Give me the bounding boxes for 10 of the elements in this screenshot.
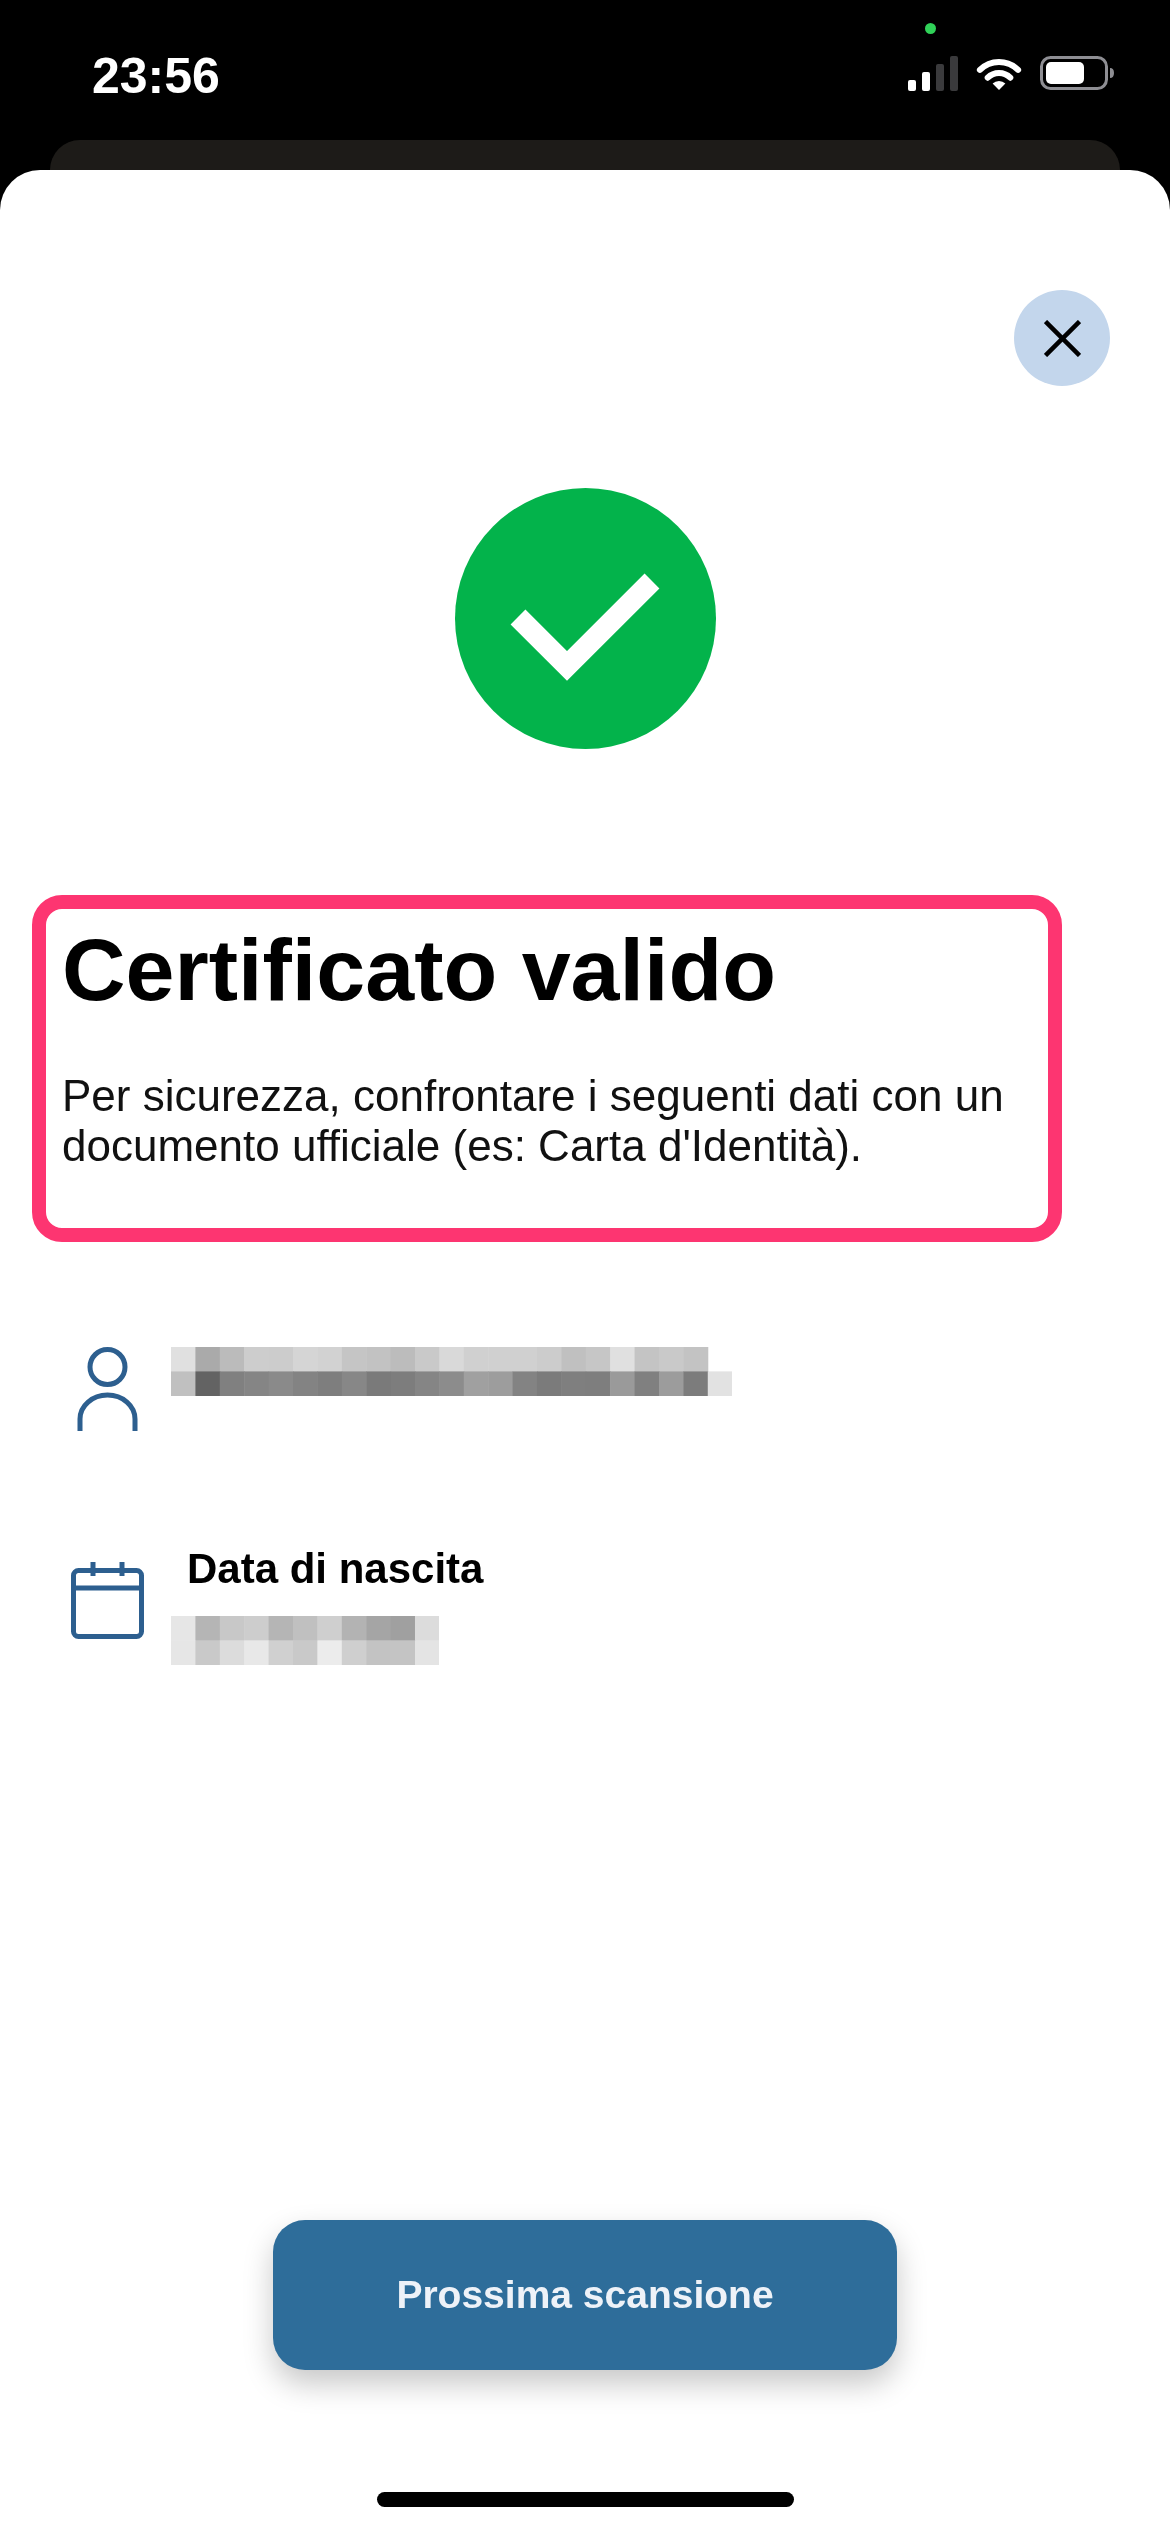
close-icon [1043,319,1081,357]
status-time: 23:56 [92,47,220,106]
result-title: Certificato valido [62,921,777,1018]
next-scan-button[interactable]: Prossima scansione [273,2220,897,2370]
signal-icon [908,56,958,91]
status-dot-icon [924,23,936,34]
battery-icon [1040,56,1114,90]
result-message: Per sicurezza, confrontare i seguenti dati con un documento ufficiale (es: Carta d'Identità). [62,1071,1005,1171]
field-label: Data di nascita [186,1544,484,1594]
wifi-icon [975,56,1023,91]
